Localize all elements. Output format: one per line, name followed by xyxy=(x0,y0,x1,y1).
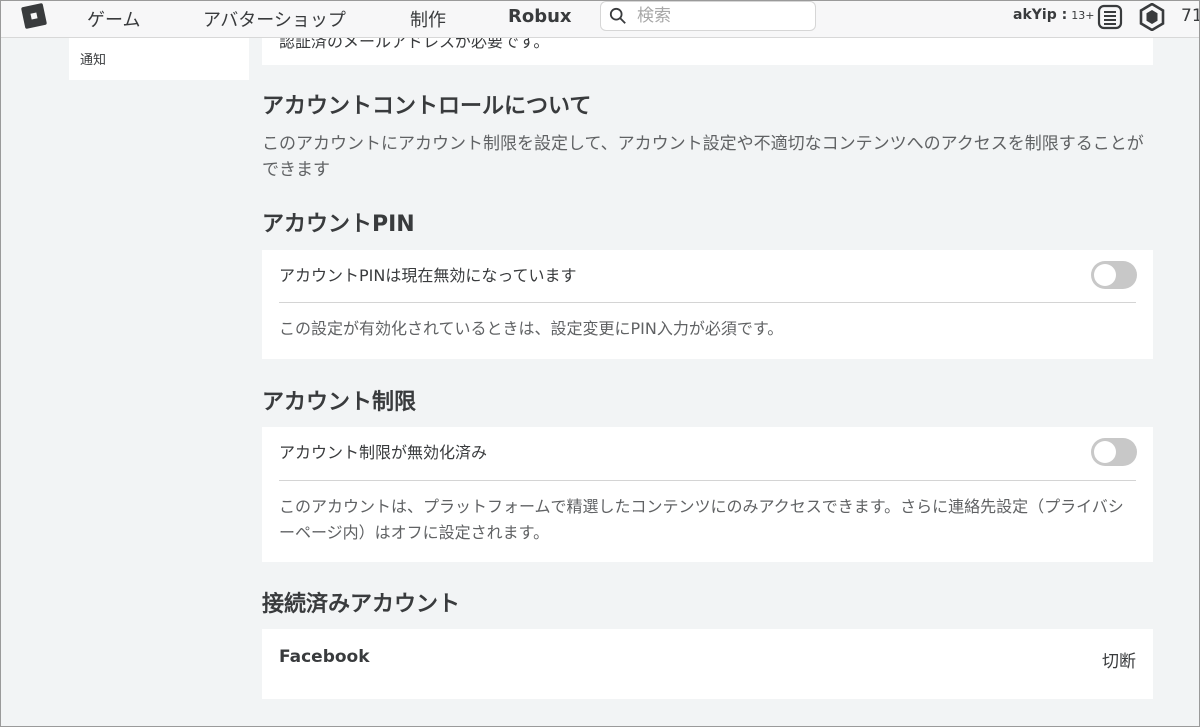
divider xyxy=(279,480,1136,481)
roblox-logo-icon[interactable] xyxy=(20,2,48,30)
account-pin-description: この設定が有効化されているときは、設定変更にPIN入力が必須です。 xyxy=(279,319,784,338)
account-pin-status: アカウントPINは現在無効になっています xyxy=(279,266,577,285)
account-restrictions-card: アカウント制限が無効化済み このアカウントは、プラットフォームで精選したコンテン… xyxy=(262,427,1153,562)
list-icon[interactable] xyxy=(1097,4,1123,30)
account-controls-title: アカウントコントロールについて xyxy=(262,94,592,119)
nav-games-link[interactable]: ゲーム xyxy=(87,6,140,32)
email-required-text: 認証済のメールアドレスが必要です。 xyxy=(279,38,550,51)
email-info-card: 認証済のメールアドレスが必要です。 xyxy=(262,38,1153,65)
age-badge: 13+ xyxy=(1071,9,1095,22)
divider xyxy=(279,302,1136,303)
connected-accounts-title: 接続済みアカウント xyxy=(262,592,461,617)
top-nav: ゲーム アバターショップ 制作 Robux akYip :13+ 71 xyxy=(1,1,1199,38)
account-pin-title: アカウントPIN xyxy=(262,212,415,237)
search-icon xyxy=(609,7,626,24)
facebook-label: Facebook xyxy=(279,647,370,667)
connected-accounts-card: Facebook 切断 xyxy=(262,629,1153,699)
account-pin-toggle[interactable] xyxy=(1091,261,1137,289)
account-controls-description: このアカウントにアカウント制限を設定して、アカウント設定や不適切なコンテンツへの… xyxy=(262,134,1144,180)
robux-icon[interactable] xyxy=(1138,3,1166,31)
search-box[interactable] xyxy=(600,1,816,31)
account-restrictions-status: アカウント制限が無効化済み xyxy=(279,443,488,462)
account-pin-card: アカウントPINは現在無効になっています この設定が有効化されているときは、設定… xyxy=(262,250,1153,359)
settings-sidebar: 通知 xyxy=(69,38,249,80)
nav-avatar-shop-link[interactable]: アバターショップ xyxy=(203,6,346,32)
facebook-disconnect-button[interactable]: 切断 xyxy=(1102,647,1136,672)
search-input[interactable] xyxy=(637,4,807,28)
robux-balance[interactable]: 71 xyxy=(1181,6,1199,26)
user-name-label[interactable]: akYip :13+ xyxy=(1013,7,1094,23)
username-text: akYip : xyxy=(1013,7,1068,23)
account-restrictions-toggle[interactable] xyxy=(1091,438,1137,466)
nav-create-link[interactable]: 制作 xyxy=(410,6,446,32)
account-restrictions-title: アカウント制限 xyxy=(262,390,417,415)
nav-robux-link[interactable]: Robux xyxy=(508,6,572,27)
sidebar-item-notifications[interactable]: 通知 xyxy=(80,49,106,68)
page-frame: ゲーム アバターショップ 制作 Robux akYip :13+ 71 xyxy=(0,0,1200,727)
account-restrictions-description: このアカウントは、プラットフォームで精選したコンテンツにのみアクセスできます。さ… xyxy=(279,497,1124,542)
